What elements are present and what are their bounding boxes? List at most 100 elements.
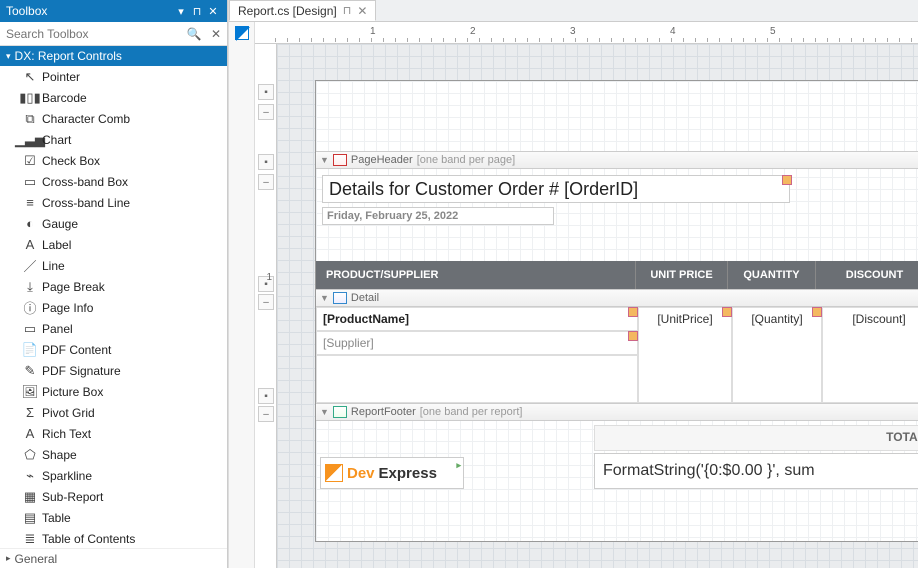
toolbox-item-label[interactable]: ALabel bbox=[0, 234, 227, 255]
toolbox-item-label: Label bbox=[42, 238, 71, 252]
date-label-control[interactable]: Friday, February 25, 2022 bbox=[322, 207, 554, 225]
total-label[interactable]: TOTAL bbox=[594, 425, 918, 451]
report-page: ▼ PageHeader [one band per page] Details… bbox=[315, 80, 918, 542]
band-collapse-handle[interactable]: – bbox=[258, 104, 274, 120]
ruler-number: 1 bbox=[266, 272, 272, 283]
toolbox-item-pivot-grid[interactable]: ΣPivot Grid bbox=[0, 402, 227, 423]
ruler-number: 3 bbox=[570, 26, 576, 37]
col-header-discount[interactable]: DISCOUNT bbox=[816, 261, 918, 289]
smart-tag-icon[interactable] bbox=[812, 307, 822, 317]
cell-unitprice[interactable]: [UnitPrice] bbox=[638, 307, 732, 403]
toolbox-item-label: PDF Content bbox=[42, 343, 111, 357]
label-icon: A bbox=[18, 237, 42, 252]
toolbox-panel: Toolbox ▾ ⊓ ✕ 🔍 ✕ ▾ DX: Report Controls … bbox=[0, 0, 228, 568]
smart-tag-icon[interactable] bbox=[628, 307, 638, 317]
toolbox-item-page-break[interactable]: ⤓Page Break bbox=[0, 276, 227, 297]
toolbox-item-chart[interactable]: ▁▃▅Chart bbox=[0, 129, 227, 150]
toolbox-item-barcode[interactable]: ▮▯▮Barcode bbox=[0, 87, 227, 108]
toolbox-item-pointer[interactable]: ↖Pointer bbox=[0, 66, 227, 87]
toolbox-item-page-info[interactable]: ⓘPage Info bbox=[0, 297, 227, 318]
toolbox-item-character-comb[interactable]: ⧉Character Comb bbox=[0, 108, 227, 129]
band-header-detail[interactable]: ▼ Detail bbox=[316, 289, 918, 307]
toolbox-title: Toolbox bbox=[6, 4, 173, 18]
pointer-icon: ↖ bbox=[18, 69, 42, 85]
toolbox-search-input[interactable] bbox=[0, 22, 183, 45]
toolbox-item-shape[interactable]: ⬠Shape bbox=[0, 444, 227, 465]
cross-band-line-icon: ≡ bbox=[18, 195, 42, 210]
cell-supplier[interactable]: [Supplier] bbox=[316, 331, 638, 355]
logo-picturebox[interactable]: DevExpress ▸ bbox=[320, 457, 464, 489]
toolbox-item-label: Shape bbox=[42, 448, 77, 462]
smart-tag-icon[interactable] bbox=[628, 331, 638, 341]
barcode-icon: ▮▯▮ bbox=[18, 90, 42, 106]
cell-productname[interactable]: [ProductName] bbox=[316, 307, 638, 331]
band-icon bbox=[333, 292, 347, 304]
toolbox-item-label: PDF Signature bbox=[42, 364, 121, 378]
format-expression-label[interactable]: FormatString('{0:$0.00 }', sum bbox=[594, 453, 918, 489]
pageheader-body[interactable]: Details for Customer Order # [OrderID] F… bbox=[316, 169, 918, 289]
toolbox-item-cross-band-line[interactable]: ≡Cross-band Line bbox=[0, 192, 227, 213]
top-margin-band[interactable] bbox=[316, 81, 918, 151]
toolbox-item-panel[interactable]: ▭Panel bbox=[0, 318, 227, 339]
smart-tag-icon[interactable] bbox=[722, 307, 732, 317]
tab-bar: Report.cs [Design] ⊓ ✕ bbox=[229, 0, 918, 22]
smart-tag-icon[interactable] bbox=[782, 175, 792, 185]
table-header-row[interactable]: PRODUCT/SUPPLIER UNIT PRICE QUANTITY DIS… bbox=[316, 261, 918, 289]
clear-icon[interactable]: ✕ bbox=[205, 27, 227, 41]
vertical-ruler: ▪–▪–▪–▪–1 bbox=[255, 44, 277, 568]
toolbox-item-gauge[interactable]: ◐Gauge bbox=[0, 213, 227, 234]
toolbox-category-dx[interactable]: ▾ DX: Report Controls bbox=[0, 46, 227, 66]
band-collapse-handle[interactable]: – bbox=[258, 174, 274, 190]
toolbox-item-picture-box[interactable]: 🖼Picture Box bbox=[0, 381, 227, 402]
pin-icon[interactable]: ⊓ bbox=[189, 5, 205, 18]
toolbox-item-table[interactable]: ▤Table bbox=[0, 507, 227, 528]
smart-tag-icon[interactable]: ▸ bbox=[456, 460, 461, 471]
toolbox-item-label: Pivot Grid bbox=[42, 406, 95, 420]
design-canvas[interactable]: ▼ PageHeader [one band per page] Details… bbox=[277, 44, 918, 568]
cell-quantity[interactable]: [Quantity] bbox=[732, 307, 822, 403]
toolbox-item-line[interactable]: ／Line bbox=[0, 255, 227, 276]
dropdown-icon[interactable]: ▾ bbox=[173, 5, 189, 18]
toolbox-item-pdf-content[interactable]: 📄PDF Content bbox=[0, 339, 227, 360]
band-collapse-handle[interactable]: – bbox=[258, 406, 274, 422]
toolbox-item-table-of-contents[interactable]: ≣Table of Contents bbox=[0, 528, 227, 548]
toolbox-item-label: Rich Text bbox=[42, 427, 91, 441]
col-header-quantity[interactable]: QUANTITY bbox=[728, 261, 816, 289]
close-icon[interactable]: ✕ bbox=[357, 4, 367, 18]
toolbox-item-cross-band-box[interactable]: ▭Cross-band Box bbox=[0, 171, 227, 192]
cell-blank[interactable] bbox=[316, 355, 638, 403]
toolbox-item-label: Chart bbox=[42, 133, 71, 147]
col-header-product[interactable]: PRODUCT/SUPPLIER bbox=[316, 261, 636, 289]
close-icon[interactable]: ✕ bbox=[205, 5, 221, 18]
toolbox-category-general[interactable]: ▸ General bbox=[0, 548, 227, 568]
band-collapse-handle[interactable]: ▪ bbox=[258, 84, 274, 100]
col-header-unitprice[interactable]: UNIT PRICE bbox=[636, 261, 728, 289]
band-header-reportfooter[interactable]: ▼ ReportFooter [one band per report] bbox=[316, 403, 918, 421]
band-header-pageheader[interactable]: ▼ PageHeader [one band per page] bbox=[316, 151, 918, 169]
reportfooter-body[interactable]: TOTAL FormatString('{0:$0.00 }', sum Dev… bbox=[316, 421, 918, 541]
toolbox-item-check-box[interactable]: ☑Check Box bbox=[0, 150, 227, 171]
tab-report-design[interactable]: Report.cs [Design] ⊓ ✕ bbox=[229, 0, 376, 21]
toolbox-item-rich-text[interactable]: ARich Text bbox=[0, 423, 227, 444]
toolbox-item-sub-report[interactable]: ▦Sub-Report bbox=[0, 486, 227, 507]
title-label-control[interactable]: Details for Customer Order # [OrderID] bbox=[322, 175, 790, 203]
cell-discount[interactable]: [Discount] bbox=[822, 307, 918, 403]
report-selector[interactable] bbox=[235, 26, 249, 40]
pin-icon[interactable]: ⊓ bbox=[343, 4, 352, 17]
toolbox-item-sparkline[interactable]: ⌁Sparkline bbox=[0, 465, 227, 486]
band-collapse-handle[interactable]: ▪ bbox=[258, 154, 274, 170]
picture-box-icon: 🖼 bbox=[18, 384, 42, 400]
toolbox-item-pdf-signature[interactable]: ✎PDF Signature bbox=[0, 360, 227, 381]
band-label: ReportFooter bbox=[351, 406, 416, 418]
panel-icon: ▭ bbox=[18, 321, 42, 337]
sub-report-icon: ▦ bbox=[18, 489, 42, 505]
band-collapse-handle[interactable]: – bbox=[258, 294, 274, 310]
search-icon[interactable]: 🔍 bbox=[183, 27, 205, 41]
line-icon: ／ bbox=[18, 256, 42, 275]
detail-body[interactable]: [ProductName] [Supplier] [UnitPrice] [Qu… bbox=[316, 307, 918, 403]
band-label: Detail bbox=[351, 292, 379, 304]
ruler-number: 4 bbox=[670, 26, 676, 37]
band-selector-gutter bbox=[229, 22, 255, 568]
band-icon bbox=[333, 154, 347, 166]
band-collapse-handle[interactable]: ▪ bbox=[258, 388, 274, 404]
